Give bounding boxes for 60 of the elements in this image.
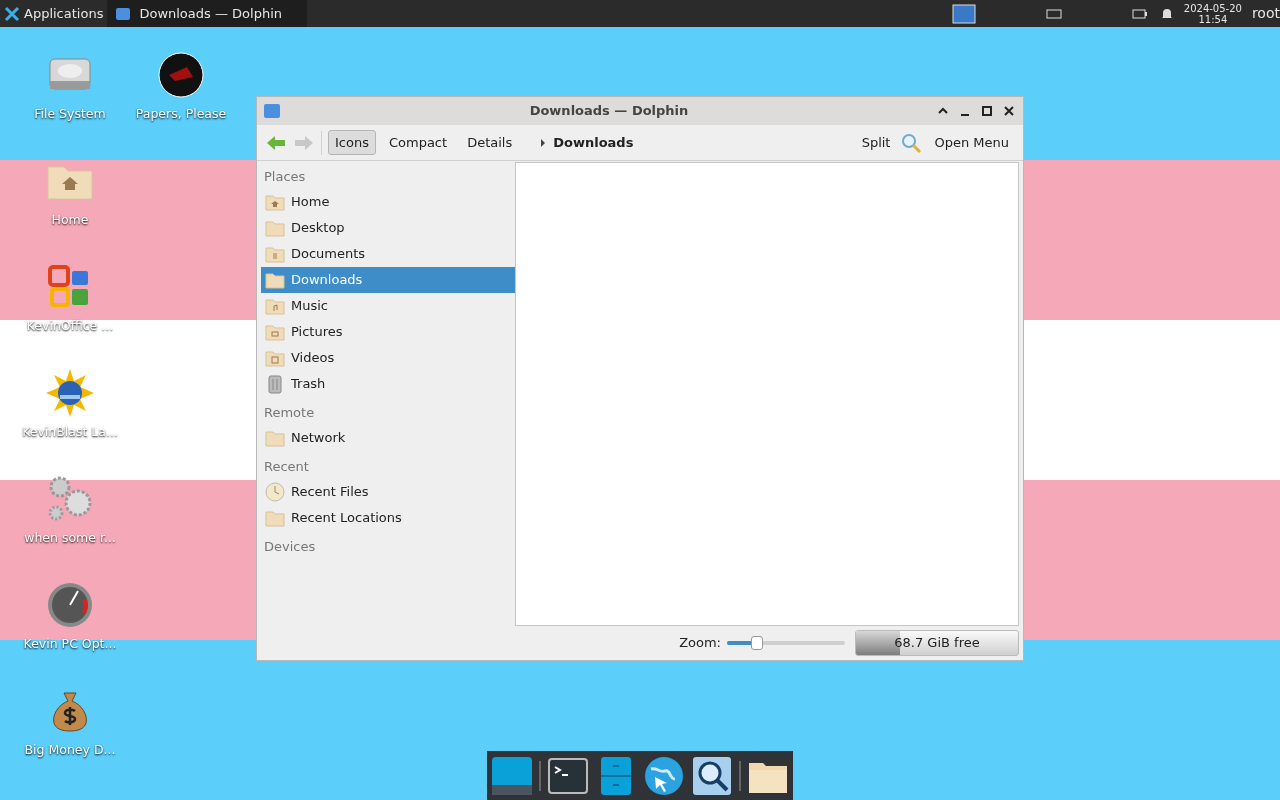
taskbar-window-button[interactable]: Downloads — Dolphin: [107, 0, 308, 27]
folder-icon: [265, 218, 285, 238]
places-item[interactable]: Home: [261, 189, 515, 215]
places-item[interactable]: Network: [261, 425, 515, 451]
search-icon[interactable]: [691, 754, 733, 797]
zoom-label: Zoom:: [679, 634, 721, 653]
desktop-icon-label[interactable]: KevinBlast La...: [22, 423, 118, 442]
view-mode-button[interactable]: Details: [460, 130, 520, 155]
user-name[interactable]: root: [1251, 3, 1280, 24]
places-item[interactable]: Recent Files: [261, 479, 515, 505]
game-icon: [157, 51, 205, 99]
folder-icon: [265, 348, 285, 368]
folder-icon: [265, 428, 285, 448]
folder-icon: [265, 322, 285, 342]
places-item[interactable]: Pictures: [261, 319, 515, 345]
window-title: Downloads — Dolphin: [528, 102, 690, 121]
places-item[interactable]: Recent Locations: [261, 505, 515, 531]
date-text: 2024-05-20: [1183, 2, 1242, 14]
trash-icon: [265, 374, 285, 394]
places-item[interactable]: Documents: [261, 241, 515, 267]
desktop-icon[interactable]: [491, 754, 533, 797]
places-item[interactable]: Trash: [261, 371, 515, 397]
folder-icon: [265, 296, 285, 316]
folder-icon: [265, 244, 285, 264]
gauge-icon: [46, 581, 94, 629]
battery-icon[interactable]: [1131, 7, 1148, 20]
clock-icon: [265, 482, 285, 502]
places-item[interactable]: Videos: [261, 345, 515, 371]
view-mode-button[interactable]: Icons: [328, 130, 376, 155]
caret-icon: [539, 138, 548, 147]
places-item[interactable]: Downloads: [261, 267, 515, 293]
open-menu-button[interactable]: Open Menu: [928, 132, 1015, 153]
folder-icon: [265, 508, 285, 528]
window-preview-icon[interactable]: [951, 3, 976, 24]
folder-icon: [265, 270, 285, 290]
breadcrumb-item[interactable]: Downloads: [553, 132, 634, 153]
section-heading: Recent: [263, 458, 310, 476]
applications-menu[interactable]: Applications: [0, 0, 108, 27]
free-space-text: 68.7 GiB free: [894, 634, 980, 653]
app-icon: [263, 103, 281, 119]
view-mode-button[interactable]: Compact: [381, 130, 455, 155]
desktop-icon-label[interactable]: KevinOffice ...: [26, 317, 114, 336]
app-menu-icon: [4, 5, 20, 22]
zoom-slider[interactable]: [727, 636, 845, 650]
close-icon[interactable]: [1003, 105, 1015, 117]
slider-thumb[interactable]: [750, 636, 763, 650]
split-button[interactable]: Split: [857, 132, 895, 153]
folder-icon: [265, 192, 285, 212]
section-heading: Devices: [263, 538, 317, 556]
section-heading: Places: [263, 168, 307, 186]
folder-icon: [115, 5, 132, 22]
globe-icon[interactable]: [643, 754, 685, 797]
places-item[interactable]: Desktop: [261, 215, 515, 241]
globe-sun-icon: [46, 369, 94, 417]
section-heading: Remote: [263, 404, 316, 422]
places-item[interactable]: Music: [261, 293, 515, 319]
maximize-icon[interactable]: [981, 105, 993, 117]
show-desktop-icon[interactable]: [1045, 8, 1062, 19]
clock-text: 11:54: [1198, 13, 1228, 25]
gears-icon: [46, 475, 94, 523]
